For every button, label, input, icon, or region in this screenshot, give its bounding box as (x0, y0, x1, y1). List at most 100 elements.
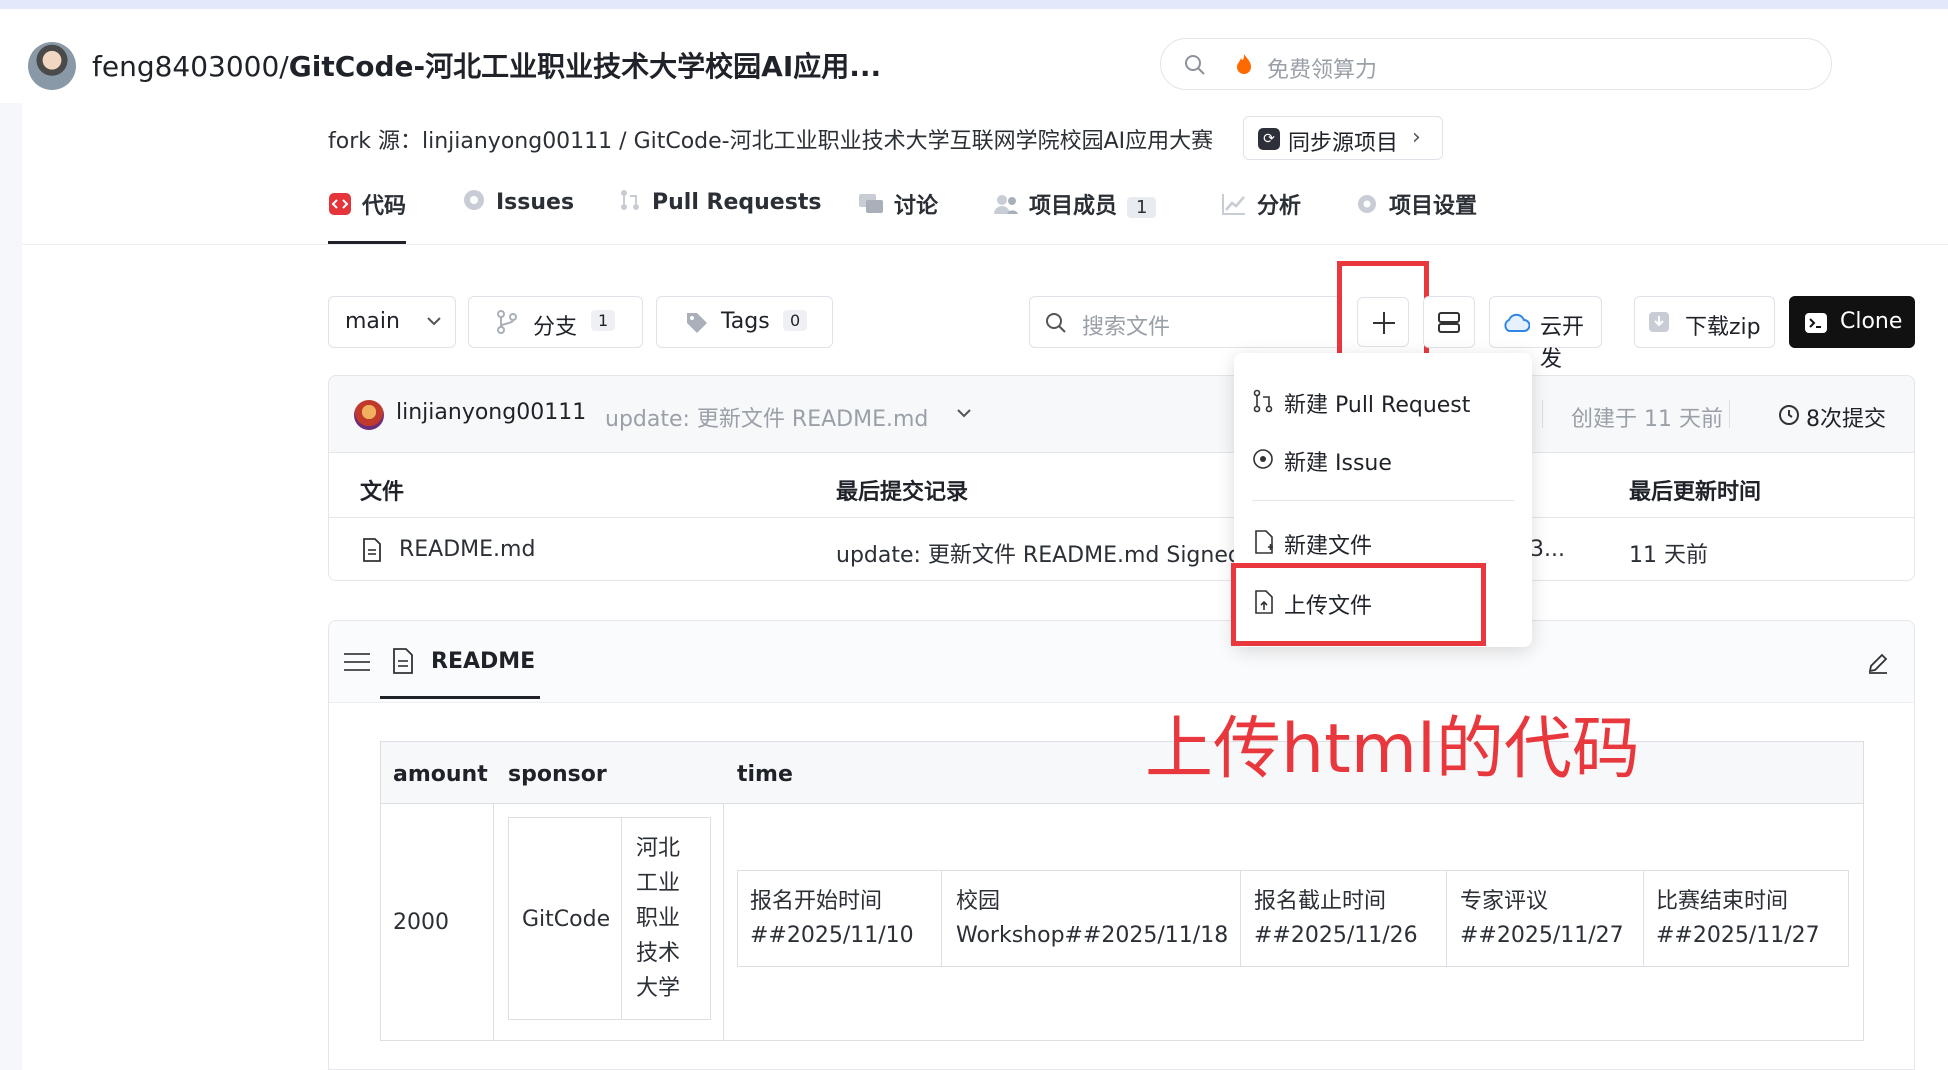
commit-author[interactable]: linjianyong00111 (396, 400, 586, 425)
dropdown-new-file[interactable]: 新建文件 (1284, 528, 1372, 560)
table-header-divider (380, 803, 1864, 804)
cloud-icon (1502, 312, 1531, 340)
table-row-divider (329, 517, 1914, 518)
fork-source[interactable]: fork 源：linjianyong00111 / GitCode-河北工业职业… (328, 123, 1213, 155)
tab-code-label: 代码 (362, 194, 407, 219)
schedule-label: 比赛结束时间 (1656, 889, 1789, 914)
download-icon (1647, 310, 1671, 340)
header-sponsor: sponsor (508, 762, 607, 787)
divider (1729, 400, 1730, 428)
user-avatar[interactable] (28, 42, 76, 90)
global-search[interactable]: 免费领算力 (1160, 38, 1832, 90)
tab-discussion-label: 讨论 (894, 194, 939, 219)
menu-icon[interactable] (343, 651, 371, 677)
tab-settings[interactable]: 项目设置 (1355, 188, 1477, 244)
file-search-placeholder: 搜索文件 (1082, 315, 1171, 340)
file-updated-time: 11 天前 (1629, 543, 1708, 568)
col-divider (621, 817, 622, 1020)
sync-source-button[interactable]: ⟳ 同步源项目 › (1243, 116, 1443, 160)
schedule-label: 报名截止时间 (1254, 889, 1387, 914)
readme-file-icon (392, 648, 414, 678)
tags-label: Tags (721, 309, 770, 334)
schedule-label: 报名开始时间 (750, 889, 883, 914)
pull-request-icon (618, 188, 642, 218)
top-header: feng8403000/GitCode-河北工业职业技术大学校园AI应用... … (0, 9, 1948, 103)
tab-analytics[interactable]: 分析 (1221, 188, 1301, 244)
tabs-divider (22, 244, 1948, 245)
sponsor-name: GitCode (522, 907, 611, 932)
branch-name: main (345, 309, 400, 334)
branches-label: 分支 (533, 315, 578, 340)
file-icon (362, 538, 382, 568)
sponsor-org-line: 技术 (636, 941, 681, 966)
branches-button[interactable]: 分支 1 (468, 296, 643, 348)
col-divider (1643, 870, 1644, 967)
file-search-input[interactable]: 搜索文件 (1029, 296, 1339, 348)
sync-label: 同步源项目 (1288, 131, 1399, 156)
commit-message[interactable]: update: 更新文件 README.md (605, 401, 928, 433)
sponsor-org-line: 大学 (636, 976, 681, 1001)
tab-pr-label: Pull Requests (652, 190, 822, 215)
schedule-date: ##2025/11/26 (1254, 923, 1418, 948)
divider (1542, 400, 1543, 428)
readme-tab-label[interactable]: README (431, 649, 535, 674)
tags-button[interactable]: Tags 0 (656, 296, 833, 348)
file-last-commit[interactable]: update: 更新文件 README.md Signed (836, 537, 1242, 569)
col-header-last-commit: 最后提交记录 (836, 480, 969, 505)
schedule-label: 校园 (956, 889, 1001, 914)
download-zip-button[interactable]: 下载zip (1634, 296, 1775, 348)
dropdown-new-issue[interactable]: 新建 Issue (1284, 445, 1392, 477)
repo-title[interactable]: feng8403000/GitCode-河北工业职业技术大学校园AI应用... (92, 45, 881, 85)
dropdown-new-pr[interactable]: 新建 Pull Request (1284, 387, 1470, 419)
col-divider (941, 870, 942, 967)
clone-label: Clone (1840, 309, 1903, 334)
tab-code[interactable]: 代码 (328, 188, 407, 244)
chevron-down-icon (425, 311, 443, 336)
settings-icon (1355, 192, 1379, 222)
discussion-icon (858, 192, 884, 222)
author-avatar[interactable] (354, 400, 384, 430)
latest-commit-bar: linjianyong00111 update: 更新文件 README.md … (328, 375, 1915, 453)
readme-tab-indicator (380, 696, 540, 699)
file-name-link[interactable]: README.md (399, 537, 535, 562)
created-time: 创建于 11 天前 (1571, 407, 1723, 432)
file-commit-hash: 3... (1530, 537, 1565, 562)
edit-icon[interactable] (1866, 651, 1890, 679)
dropdown-separator (1252, 500, 1514, 501)
cloud-dev-button[interactable]: 云开发 (1489, 296, 1602, 372)
branch-select[interactable]: main (328, 296, 456, 348)
tab-pull-requests[interactable]: Pull Requests (618, 188, 821, 244)
tab-discussion[interactable]: 讨论 (858, 188, 938, 244)
repo-owner[interactable]: feng8403000/ (92, 50, 289, 83)
tab-members-label: 项目成员 (1029, 194, 1118, 219)
chart-icon (1221, 192, 1247, 222)
col-header-file: 文件 (360, 480, 405, 505)
tab-members[interactable]: 项目成员 1 (993, 188, 1157, 244)
members-count-badge: 1 (1127, 197, 1157, 218)
download-zip-label: 下载zip (1685, 315, 1761, 340)
repo-name[interactable]: GitCode-河北工业职业技术大学校园AI应用... (289, 50, 881, 83)
highlight-upload-file (1231, 563, 1486, 646)
col-divider (1240, 870, 1241, 967)
pull-request-icon (1252, 389, 1274, 417)
commit-count-link[interactable]: 8次提交 (1806, 401, 1886, 433)
tab-issues[interactable]: Issues (462, 188, 574, 244)
terminal-icon (1804, 311, 1828, 341)
readme-header (329, 621, 1914, 703)
web-ide-button[interactable] (1423, 296, 1475, 348)
chevron-right-icon: › (1412, 125, 1421, 150)
issue-icon (1252, 448, 1274, 474)
issue-icon (462, 188, 486, 218)
tab-settings-label: 项目设置 (1389, 194, 1478, 219)
col-header-updated: 最后更新时间 (1629, 480, 1762, 505)
col-divider (1446, 870, 1447, 967)
chevron-down-icon[interactable] (955, 404, 973, 426)
search-icon (1183, 53, 1207, 81)
tags-count: 0 (783, 310, 808, 331)
header-time: time (737, 762, 793, 787)
tag-icon (685, 311, 709, 341)
fire-icon (1235, 53, 1253, 80)
clone-button[interactable]: Clone (1789, 296, 1915, 348)
schedule-date: ##2025/11/10 (750, 923, 914, 948)
schedule-label: 专家评议 (1460, 889, 1549, 914)
